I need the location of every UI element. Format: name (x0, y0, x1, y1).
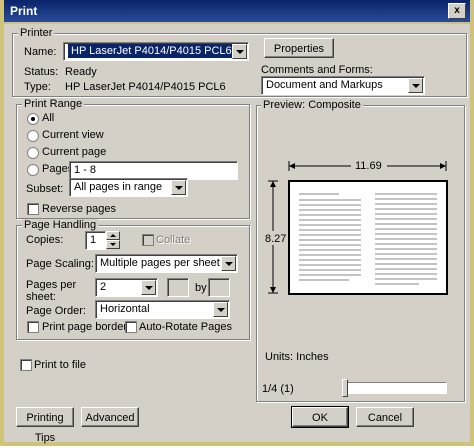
comments-forms-select[interactable]: Document and Markups (261, 76, 425, 95)
page-preview-thumbnail (288, 180, 448, 295)
spin-up-icon[interactable] (106, 231, 120, 240)
advanced-button[interactable]: Advanced (81, 407, 139, 427)
printing-tips-button[interactable]: Printing Tips (16, 407, 74, 444)
current-page-label: Current page (42, 146, 107, 158)
collate-label: Collate (156, 234, 191, 246)
current-view-label: Current view (42, 129, 104, 141)
page-scaling-select[interactable]: Multiple pages per sheet (95, 254, 238, 273)
all-label: All (42, 112, 55, 124)
page-indicator: 1/4 (1) (262, 383, 294, 395)
copies-input[interactable]: 1 (85, 231, 106, 250)
auto-rotate-checkbox[interactable] (125, 321, 137, 333)
page-scaling-value: Multiple pages per sheet (100, 257, 220, 269)
subset-label: Subset: (26, 183, 64, 195)
printer-name-label: Name: (24, 46, 57, 58)
width-label: 11.69 (355, 160, 382, 172)
spin-down-icon[interactable] (106, 240, 120, 249)
preview-page-slider[interactable] (342, 382, 447, 394)
slider-thumb[interactable] (342, 379, 348, 397)
auto-rotate-label: Auto-Rotate Pages (139, 321, 232, 333)
status-value: Ready (65, 66, 97, 78)
page-order-select[interactable]: Horizontal (95, 300, 230, 319)
page-order-value: Horizontal (100, 303, 150, 315)
reverse-pages-label: Reverse pages (42, 203, 116, 215)
page-order-label: Page Order: (26, 305, 86, 317)
pages-per-sheet-label: Pages per (26, 279, 77, 291)
chevron-down-icon[interactable] (141, 280, 156, 295)
chevron-down-icon[interactable] (213, 302, 228, 317)
pages-per-sheet-select[interactable]: 2 (95, 278, 158, 297)
cancel-button[interactable]: Cancel (356, 407, 414, 427)
collate-checkbox[interactable] (142, 234, 154, 246)
pages-per-sheet-rows-input[interactable] (208, 278, 230, 297)
all-radio[interactable] (27, 113, 39, 125)
copies-spinner[interactable] (106, 231, 120, 250)
type-label: Type: (24, 81, 51, 93)
status-label: Status: (24, 66, 59, 78)
by-label: by (195, 282, 207, 294)
pages-per-sheet-label-2: sheet: (26, 291, 56, 303)
print-to-file-label: Print to file (34, 359, 86, 371)
page-scaling-label: Page Scaling: (26, 258, 94, 270)
properties-button[interactable]: Properties (264, 38, 334, 58)
close-button[interactable]: x (448, 3, 466, 19)
copies-label: Copies: (26, 234, 64, 246)
pages-per-sheet-value: 2 (100, 281, 107, 293)
comments-forms-label: Comments and Forms: (261, 64, 373, 76)
print-dialog: Print x Printer Name: HP LaserJet P4014/… (0, 0, 474, 446)
current-page-radio[interactable] (27, 147, 39, 159)
print-page-border-label: Print page border (42, 321, 127, 333)
chevron-down-icon[interactable] (232, 44, 247, 59)
pages-per-sheet-columns-input[interactable] (167, 278, 189, 297)
current-view-radio[interactable] (27, 130, 39, 142)
subset-select[interactable]: All pages in range (69, 178, 188, 197)
comments-forms-value: Document and Markups (266, 79, 383, 91)
preview-area (263, 159, 448, 295)
height-label: 8.27 (265, 233, 287, 245)
pages-radio[interactable] (27, 164, 39, 176)
preview-group-label: Preview: Composite (261, 99, 363, 111)
page-handling-group-label: Page Handling (22, 219, 99, 231)
printer-name-select[interactable]: HP LaserJet P4014/P4015 PCL6 (63, 42, 249, 61)
print-page-border-checkbox[interactable] (27, 321, 39, 333)
units-label: Units: Inches (265, 351, 329, 363)
printer-group-label: Printer (18, 27, 55, 39)
chevron-down-icon[interactable] (221, 256, 236, 271)
reverse-pages-checkbox[interactable] (27, 203, 39, 215)
chevron-down-icon[interactable] (408, 78, 423, 93)
title-bar: Print x (4, 0, 470, 24)
ok-button[interactable]: OK (291, 406, 349, 428)
window-title: Print (10, 4, 38, 18)
print-to-file-checkbox[interactable] (20, 359, 32, 371)
type-value: HP LaserJet P4014/P4015 PCL6 (65, 81, 226, 93)
printer-name-value: HP LaserJet P4014/P4015 PCL6 (68, 44, 235, 58)
print-range-group-label: Print Range (22, 98, 85, 110)
subset-value: All pages in range (74, 181, 163, 193)
chevron-down-icon[interactable] (171, 180, 186, 195)
